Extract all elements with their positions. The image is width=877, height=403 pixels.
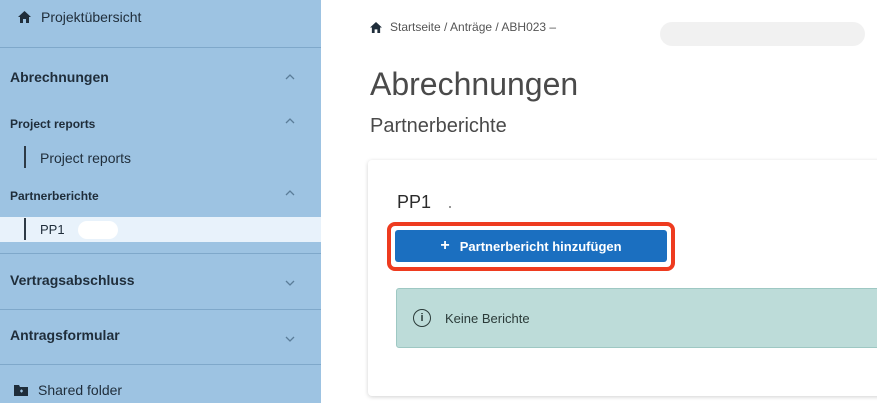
card-title-dot [449, 206, 451, 208]
sidebar-leaf-project-reports[interactable]: Project reports [0, 145, 321, 170]
breadcrumb: Startseite / Anträge / ABH023 – [370, 20, 556, 34]
sidebar-item-shared-folder[interactable]: Shared folder [0, 378, 321, 402]
sidebar-section-antragsformular[interactable]: Antragsformular [0, 320, 321, 350]
sidebar-section-abrechnungen[interactable]: Abrechnungen [0, 62, 321, 92]
divider [0, 253, 321, 254]
sidebar-subsection-label: Project reports [10, 117, 96, 131]
plus-icon: + [440, 237, 450, 254]
sidebar-item-projektuebersicht[interactable]: Projektübersicht [0, 0, 321, 48]
chevron-down-icon [285, 336, 295, 342]
partner-card [368, 160, 877, 396]
tree-line [24, 218, 26, 240]
alert-text: Keine Berichte [445, 310, 530, 326]
sidebar-leaf-label: Project reports [40, 149, 132, 166]
sidebar-section-label: Vertragsabschluss [10, 272, 135, 288]
chevron-up-icon [285, 74, 295, 80]
home-icon[interactable] [370, 21, 382, 33]
chevron-down-icon [285, 280, 295, 286]
tree-line [24, 146, 26, 168]
card-title: PP1 [397, 192, 432, 212]
page-subtitle: Partnerberichte [370, 115, 507, 137]
chevron-up-icon [285, 118, 295, 124]
add-partner-report-button[interactable]: + Partnerbericht hinzufügen [395, 230, 667, 262]
button-label: Partnerbericht hinzufügen [459, 238, 622, 254]
redaction [660, 22, 865, 46]
info-icon: i [413, 309, 431, 327]
chevron-up-icon [285, 190, 295, 196]
sidebar-leaf-pp1[interactable]: PP1 [0, 217, 321, 242]
empty-alert: i Keine Berichte [396, 288, 877, 348]
breadcrumb-text[interactable]: Startseite / Anträge / ABH023 – [390, 20, 556, 34]
divider [0, 364, 321, 365]
sidebar-section-label: Abrechnungen [10, 69, 109, 85]
redaction [78, 221, 118, 239]
sidebar-section-label: Antragsformular [10, 327, 120, 343]
sidebar-leaf-label: PP1 [40, 222, 65, 237]
sidebar-subsection-label: Partnerberichte [10, 189, 99, 203]
sidebar-item-label: Projektübersicht [41, 8, 142, 25]
folder-icon [14, 385, 28, 396]
sidebar-subsection-project-reports[interactable]: Project reports [0, 117, 321, 133]
sidebar-item-label: Shared folder [38, 382, 123, 398]
page-title: Abrechnungen [370, 66, 579, 102]
sidebar: Projektübersicht Abrechnungen Project re… [0, 0, 321, 403]
sidebar-subsection-partnerberichte[interactable]: Partnerberichte [0, 189, 321, 205]
home-icon [18, 10, 31, 23]
divider [0, 309, 321, 310]
sidebar-section-vertragsabschluss[interactable]: Vertragsabschluss [0, 265, 321, 295]
